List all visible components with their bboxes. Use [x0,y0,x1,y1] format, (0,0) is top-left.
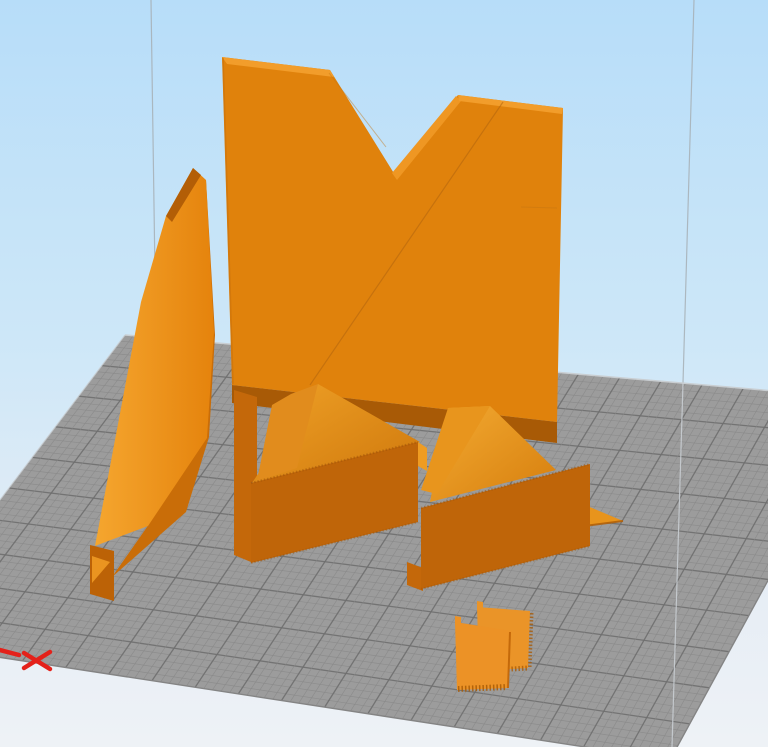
scene-canvas [0,0,768,747]
slicer-3d-viewport[interactable] [0,0,768,747]
square-back-tab [477,601,483,611]
square-front-face [455,622,511,690]
square-front-tab [455,616,461,626]
